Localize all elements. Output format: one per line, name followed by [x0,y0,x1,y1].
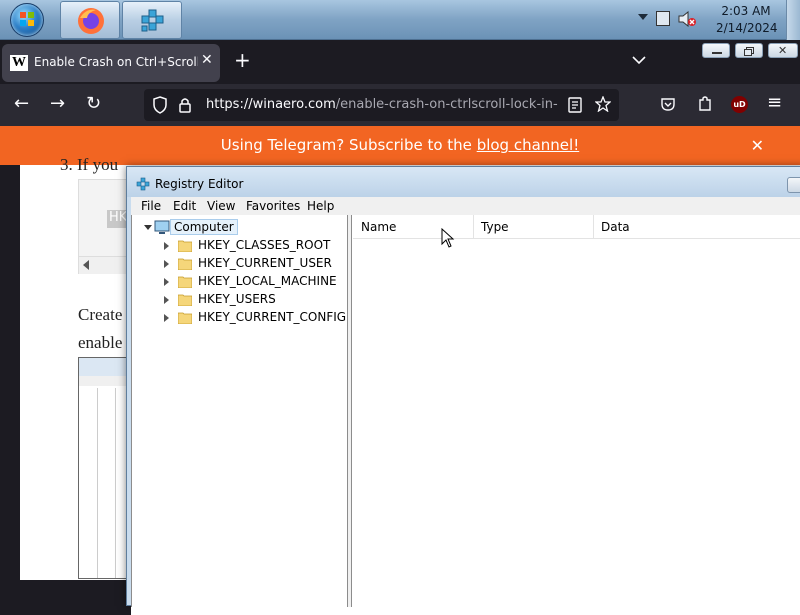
minimize-button[interactable] [702,43,730,58]
banner-blog-channel-link[interactable]: blog channel! [477,136,580,154]
firefox-icon [78,8,104,34]
system-tray: 2:03 AM 2/14/2024 [630,0,800,40]
expand-icon[interactable] [164,314,169,322]
folder-icon [178,258,192,270]
telegram-banner: Using Telegram? Subscribe to the blog ch… [0,126,800,165]
folder-icon [178,240,192,252]
back-arrow-icon[interactable]: ← [14,94,29,114]
tree-item-hkcu[interactable]: HKEY_CURRENT_USER [164,255,344,273]
speaker-muted-icon[interactable] [678,11,696,27]
active-tab[interactable]: W Enable Crash on Ctrl+Scroll Lock ✕ [2,44,220,82]
tree-label: HKEY_CURRENT_USER [198,256,332,270]
taskbar-firefox-button[interactable] [60,1,120,39]
tree-item-hkcc[interactable]: HKEY_CURRENT_CONFIG [164,309,348,327]
menu-help[interactable]: Help [307,199,334,213]
navigation-toolbar: ← → ↻ https://winaero.com/enable-crash-o… [0,84,800,126]
regedit-minimize-button[interactable] [787,177,800,193]
column-data[interactable]: Data [601,220,630,234]
regedit-titlebar[interactable]: Registry Editor [127,167,800,197]
clock[interactable]: 2:03 AM 2/14/2024 [716,3,778,37]
folder-icon [178,312,192,324]
shield-icon[interactable] [152,96,168,114]
menu-edit[interactable]: Edit [173,199,196,213]
restore-button[interactable] [735,43,763,58]
values-list-header: Name Type Data [353,215,800,239]
values-list[interactable]: Name Type Data [353,215,800,607]
clock-time: 2:03 AM [721,4,771,18]
tray-overflow-icon[interactable] [638,14,648,20]
mouse-pointer-icon [441,228,455,248]
pane-splitter[interactable] [348,215,352,607]
windows-flag-icon [20,12,34,26]
folder-icon [178,276,192,288]
url-host: https://winaero.com [206,97,336,112]
article-paragraph-line1: Create [78,305,123,324]
column-type[interactable]: Type [481,220,509,234]
menu-view[interactable]: View [207,199,235,213]
reader-view-icon[interactable] [568,97,582,113]
banner-close-icon[interactable]: ✕ [751,126,764,165]
bookmark-star-icon[interactable] [595,96,611,112]
tree-item-hkcr[interactable]: HKEY_CLASSES_ROOT [164,237,344,255]
scroll-left-icon[interactable] [83,260,89,270]
taskbar-regedit-button[interactable] [122,1,182,39]
expand-icon[interactable] [164,242,169,250]
reload-icon[interactable]: ↻ [86,94,101,114]
regedit-body: Computer HKEY_CLASSES_ROOT HKEY_CURRENT_… [131,215,800,615]
tab-title: Enable Crash on Ctrl+Scroll Lock [34,55,198,69]
tree-label: HKEY_CLASSES_ROOT [198,238,331,252]
close-window-button[interactable]: ✕ [768,43,798,58]
tab-strip: W Enable Crash on Ctrl+Scroll Lock ✕ + ✕ [0,40,800,84]
article-paragraph-line2: enable [78,333,123,352]
column-name[interactable]: Name [361,220,396,234]
column-separator[interactable] [473,215,474,239]
pocket-icon[interactable] [660,96,676,112]
tree-item-computer[interactable]: Computer [144,219,344,237]
tree-item-hku[interactable]: HKEY_USERS [164,291,344,309]
tree-item-hklm[interactable]: HKEY_LOCAL_MACHINE [164,273,344,291]
winaero-favicon: W [10,55,28,71]
expand-icon[interactable] [164,260,169,268]
banner-text: Using Telegram? Subscribe to the [220,136,477,154]
clock-date: 2/14/2024 [716,21,778,35]
regedit-title-icon [136,177,150,191]
url-text: https://winaero.com/enable-crash-on-ctrl… [206,97,558,112]
collapse-icon[interactable] [144,225,152,230]
article-step-text: 3. If you [60,155,119,174]
column-separator[interactable] [593,215,594,239]
forward-arrow-icon[interactable]: → [50,94,65,114]
show-desktop-button[interactable] [786,0,800,40]
regedit-icon [141,9,164,32]
network-icon[interactable] [656,11,670,26]
registry-tree[interactable]: Computer HKEY_CLASSES_ROOT HKEY_CURRENT_… [131,215,348,607]
tab-close-icon[interactable]: ✕ [201,52,213,68]
taskbar: 2:03 AM 2/14/2024 [0,0,800,40]
new-tab-button[interactable]: + [234,50,251,70]
tree-label-computer: Computer [170,219,238,235]
tree-label: HKEY_LOCAL_MACHINE [198,274,337,288]
lock-icon[interactable] [178,96,192,114]
expand-icon[interactable] [164,296,169,304]
expand-icon[interactable] [164,278,169,286]
regedit-title: Registry Editor [155,177,244,191]
url-bar[interactable]: https://winaero.com/enable-crash-on-ctrl… [144,89,619,121]
regedit-menubar: File Edit View Favorites Help [131,197,800,215]
extensions-puzzle-icon[interactable] [697,95,713,113]
start-button[interactable] [2,0,52,40]
hamburger-menu-icon[interactable]: ≡ [767,93,782,113]
menu-favorites[interactable]: Favorites [246,199,300,213]
computer-icon [154,220,170,234]
tree-label: HKEY_CURRENT_CONFIG [198,310,347,324]
folder-icon [178,294,192,306]
ublock-origin-icon[interactable]: uD [731,96,748,113]
url-path: /enable-crash-on-ctrlscroll-lock-in-win [335,97,558,112]
registry-editor-window: Registry Editor File Edit View Favorites… [126,166,800,615]
list-tabs-icon[interactable] [632,55,646,65]
tree-label: HKEY_USERS [198,292,276,306]
menu-file[interactable]: File [141,199,161,213]
